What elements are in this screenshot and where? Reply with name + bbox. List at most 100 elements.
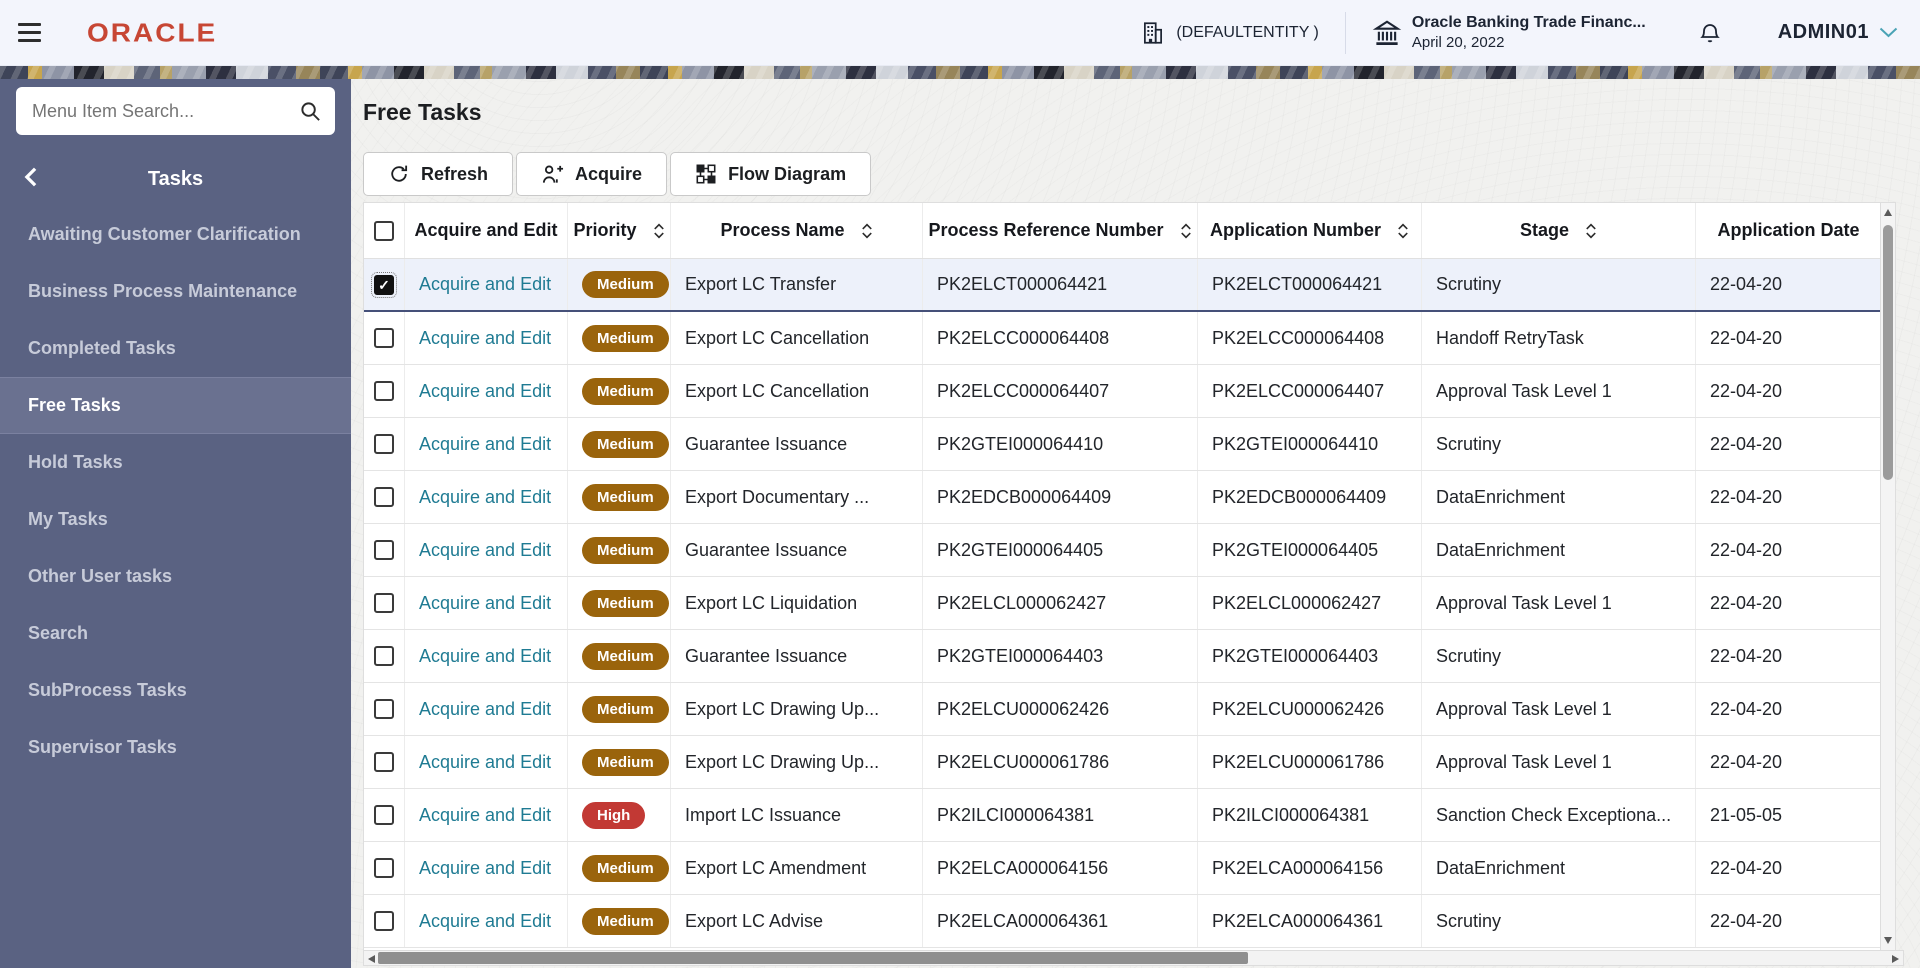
search-icon[interactable] <box>299 100 322 123</box>
sidebar-item-other-user-tasks[interactable]: Other User tasks <box>0 548 351 605</box>
priority-badge: Medium <box>582 695 669 723</box>
scroll-down-arrow-icon[interactable] <box>1884 937 1892 944</box>
select-all-checkbox[interactable] <box>374 220 394 241</box>
row-priority-cell: Medium <box>568 365 671 417</box>
sidebar-item-search[interactable]: Search <box>0 605 351 662</box>
scroll-up-arrow-icon[interactable] <box>1884 209 1892 216</box>
user-name: ADMIN01 <box>1777 21 1869 43</box>
sidebar-item-my-tasks[interactable]: My Tasks <box>0 491 351 548</box>
column-header-process_ref[interactable]: Process Reference Number <box>923 203 1198 258</box>
row-checkbox[interactable] <box>374 911 394 931</box>
table-row[interactable]: Acquire and Edit High Import LC Issuance PK… <box>364 789 1882 842</box>
user-menu[interactable]: ADMIN01 <box>1778 21 1898 44</box>
acquire-and-edit-link[interactable]: Acquire and Edit <box>419 646 551 667</box>
back-chevron-button[interactable] <box>22 166 40 188</box>
priority-badge: Medium <box>582 271 669 298</box>
bell-icon <box>1698 20 1722 46</box>
acquire-and-edit-link[interactable]: Acquire and Edit <box>419 752 551 773</box>
menu-search-input[interactable] <box>16 87 335 135</box>
table-row[interactable]: Acquire and Edit MediumExport LC Transfer… <box>364 259 1882 312</box>
sidebar-item-supervisor-tasks[interactable]: Supervisor Tasks <box>0 719 351 776</box>
row-checkbox[interactable] <box>374 805 394 825</box>
table-row[interactable]: Acquire and Edit Medium Export LC Drawing … <box>364 736 1882 789</box>
row-checkbox[interactable] <box>374 858 394 878</box>
acquire-and-edit-link[interactable]: Acquire and Edit <box>419 381 551 402</box>
row-checkbox[interactable] <box>374 752 394 772</box>
bank-icon <box>1372 18 1402 48</box>
horizontal-scrollbar[interactable] <box>363 950 1904 966</box>
refresh-button[interactable]: Refresh <box>363 152 514 196</box>
acquire-and-edit-link[interactable]: Acquire and Edit <box>419 274 551 295</box>
row-checkbox[interactable] <box>374 487 394 507</box>
sidebar-item-business-process-maintenance[interactable]: Business Process Maintenance <box>0 263 351 320</box>
column-header-process_name[interactable]: Process Name <box>671 203 923 258</box>
row-checkbox[interactable] <box>371 271 397 298</box>
sort-icon[interactable] <box>1397 222 1409 240</box>
table-row[interactable]: Acquire and Edit Medium Export LC Drawing … <box>364 683 1882 736</box>
acquire-and-edit-link[interactable]: Acquire and Edit <box>419 805 551 826</box>
notifications-bell-button[interactable] <box>1698 20 1722 46</box>
acquire-and-edit-link[interactable]: Acquire and Edit <box>419 911 551 932</box>
column-header-app_number[interactable]: Application Number <box>1198 203 1422 258</box>
acquire-and-edit-link[interactable]: Acquire and Edit <box>419 699 551 720</box>
row-select-cell <box>364 365 405 417</box>
table-row[interactable]: Acquire and Edit Medium Guarantee Issuance… <box>364 630 1882 683</box>
vertical-scrollbar[interactable] <box>1880 203 1895 950</box>
column-header-stage[interactable]: Stage <box>1422 203 1696 258</box>
table-row[interactable]: Acquire and Edit Medium Guarantee Issuance… <box>364 524 1882 577</box>
flow-diagram-icon <box>695 163 717 185</box>
table-row[interactable]: Acquire and Edit Medium Export LC Liquidat… <box>364 577 1882 630</box>
top-header: ORACLE (DEFAULTENTITY) Oracle Banking T… <box>0 0 1920 66</box>
sort-icon[interactable] <box>1585 222 1597 240</box>
column-label: Stage <box>1519 220 1570 240</box>
row-action-cell: Acquire and Edit <box>405 630 568 682</box>
column-header-priority[interactable]: Priority <box>568 203 671 258</box>
table-row[interactable]: Acquire and Edit Medium Export LC Cancella… <box>364 312 1882 365</box>
scroll-left-arrow-icon[interactable] <box>368 955 375 963</box>
row-checkbox[interactable] <box>374 434 394 454</box>
vertical-scrollbar-thumb[interactable] <box>1883 225 1893 480</box>
table-row[interactable]: Acquire and Edit Medium Guarantee Issuance… <box>364 418 1882 471</box>
branch-selector[interactable]: Oracle Banking Trade Financ... April 20,… <box>1372 13 1646 53</box>
sidebar-item-completed-tasks[interactable]: Completed Tasks <box>0 320 351 377</box>
row-process-ref-cell: PK2ELCA000064156 <box>923 842 1198 894</box>
table-row[interactable]: Acquire and Edit Medium Export Documentary… <box>364 471 1882 524</box>
sort-icon[interactable] <box>653 222 665 240</box>
sort-icon[interactable] <box>861 222 873 240</box>
row-action-cell: Acquire and Edit <box>405 736 568 788</box>
horizontal-scrollbar-thumb[interactable] <box>378 952 1248 964</box>
row-checkbox[interactable] <box>374 699 394 719</box>
sidebar-item-free-tasks[interactable]: Free Tasks <box>0 377 351 434</box>
hamburger-menu-button[interactable] <box>14 19 45 46</box>
sidebar-item-hold-tasks[interactable]: Hold Tasks <box>0 434 351 491</box>
row-checkbox[interactable] <box>374 646 394 666</box>
row-select-cell <box>364 736 405 788</box>
scroll-right-arrow-icon[interactable] <box>1892 955 1899 963</box>
row-checkbox[interactable] <box>374 381 394 401</box>
row-checkbox[interactable] <box>374 540 394 560</box>
sidebar-item-awaiting-customer-clarification[interactable]: Awaiting Customer Clarification <box>0 206 351 263</box>
column-header-app_date: Application Date <box>1696 203 1882 258</box>
table-row[interactable]: Acquire and Edit Medium Export LC Amendmen… <box>364 842 1882 895</box>
acquire-and-edit-link[interactable]: Acquire and Edit <box>419 540 551 561</box>
acquire-and-edit-link[interactable]: Acquire and Edit <box>419 487 551 508</box>
row-app-date-cell: 22-04-20 <box>1696 471 1882 523</box>
acquire-and-edit-link[interactable]: Acquire and Edit <box>419 858 551 879</box>
row-priority-cell: Medium <box>568 842 671 894</box>
row-app-date-cell: 22-04-20 <box>1696 683 1882 735</box>
column-label: Process Name <box>720 220 845 240</box>
sort-icon[interactable] <box>1180 222 1192 240</box>
row-select-cell <box>364 312 405 364</box>
entity-selector[interactable]: (DEFAULTENTITY ) <box>1140 20 1319 46</box>
acquire-button[interactable]: Acquire <box>516 152 668 196</box>
acquire-and-edit-link[interactable]: Acquire and Edit <box>419 328 551 349</box>
sidebar-item-subprocess-tasks[interactable]: SubProcess Tasks <box>0 662 351 719</box>
table-row[interactable]: Acquire and Edit Medium Export LC Advise PK… <box>364 895 1882 948</box>
row-stage-cell: Approval Task Level 1 <box>1422 736 1696 788</box>
flow-diagram-button[interactable]: Flow Diagram <box>670 152 872 196</box>
row-checkbox[interactable] <box>374 593 394 613</box>
table-row[interactable]: Acquire and Edit Medium Export LC Cancella… <box>364 365 1882 418</box>
acquire-and-edit-link[interactable]: Acquire and Edit <box>419 593 551 614</box>
acquire-and-edit-link[interactable]: Acquire and Edit <box>419 434 551 455</box>
row-checkbox[interactable] <box>374 328 394 348</box>
